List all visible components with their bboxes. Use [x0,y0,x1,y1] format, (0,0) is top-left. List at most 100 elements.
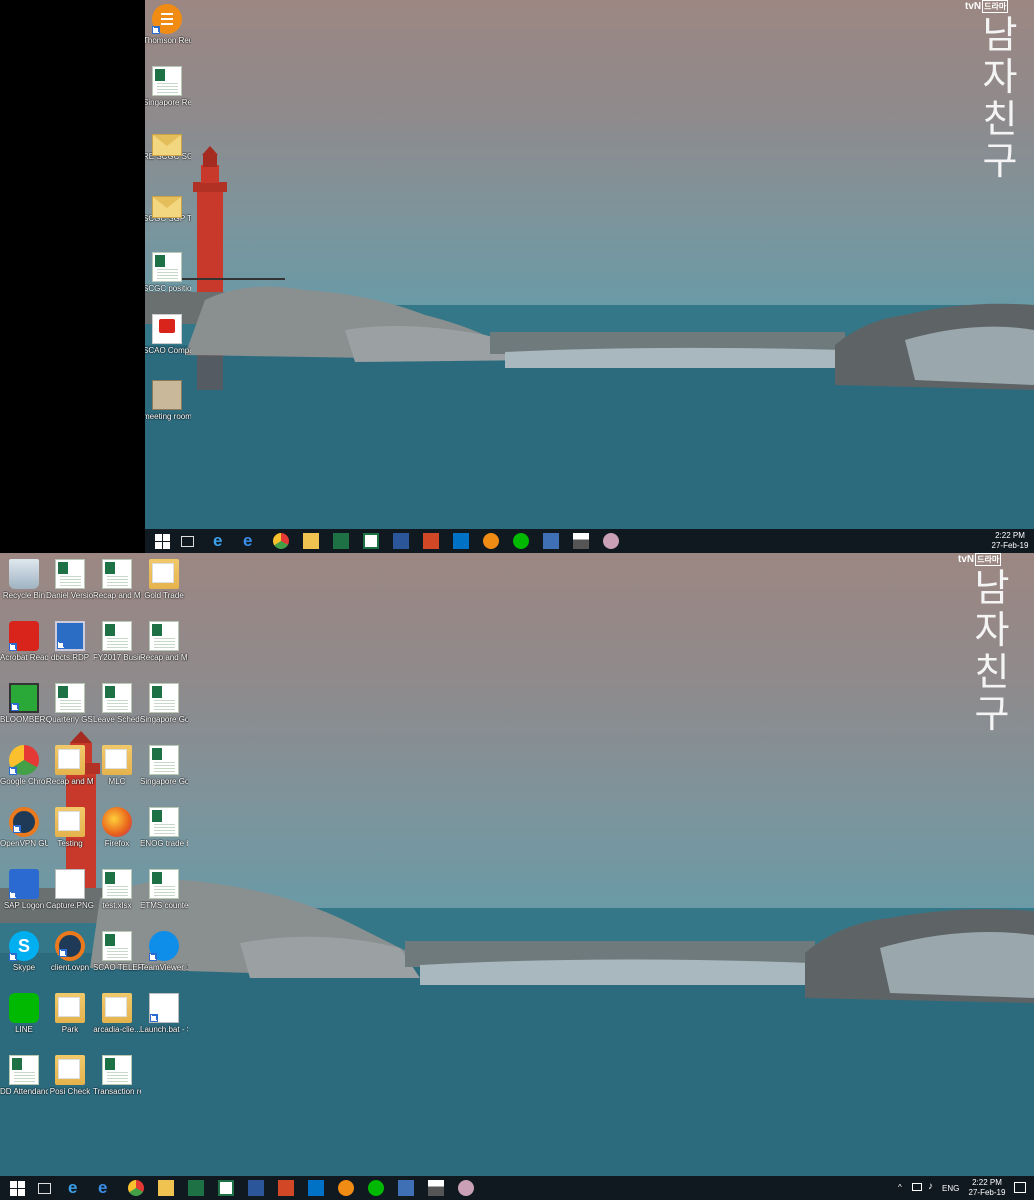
testing-folder-shortcut[interactable]: Testing [46,807,94,848]
chevron-up-icon[interactable]: ^ [898,1183,902,1192]
fy2017-business-shortcut[interactable]: FY2017 Business Tri... [93,621,141,662]
task-view-icon[interactable] [38,1183,51,1194]
launch-bat-icon [149,993,179,1023]
scgc-sgp-trade-upl-file[interactable]: SCGC SGP Trade Upl... [145,190,191,223]
google-chrome-shortcut[interactable]: Google Chrome [0,745,48,786]
line-icon[interactable] [368,1180,384,1196]
notification-icon[interactable] [1014,1182,1026,1193]
photos-icon[interactable] [428,1180,444,1196]
outlook-icon[interactable] [308,1180,324,1196]
arcadia-client-shortcut[interactable]: arcadia-clie... [93,993,141,1034]
title-char: 친 [974,650,1010,694]
file-explorer-icon[interactable] [303,533,319,549]
misc-app-icon[interactable] [458,1180,474,1196]
leave-schedule-shortcut[interactable]: Leave Schedule.xlsx [93,683,141,724]
network-icon[interactable] [912,1183,922,1191]
icon-label: Recap and Margin che... [93,591,141,600]
scao-compa-file[interactable]: SCAO Compa... [145,314,191,355]
rdp-icon[interactable] [398,1180,414,1196]
icon-label: BLOOMBERG [0,715,48,724]
recycle-bin-shortcut[interactable]: Recycle Bin [0,559,48,600]
photos-icon[interactable] [573,533,589,549]
excel-file-icon[interactable] [363,533,379,549]
mlc-folder-shortcut[interactable]: MLC [93,745,141,786]
singapore-recap-file[interactable]: Singapore Recap a... [145,66,191,107]
gold-trade-shortcut[interactable]: Gold Trade [140,559,188,600]
line-icon[interactable] [513,533,529,549]
icon-label: Thomson Reuters Eik... [145,36,191,45]
bloomberg-shortcut[interactable]: BLOOMBERG [0,683,48,724]
openvpn-gui-icon [9,807,39,837]
icon-label: SCAO Compa... [145,346,191,355]
file-explorer-icon[interactable] [158,1180,174,1196]
client-ovpn-shortcut[interactable]: client.ovpn [46,931,94,972]
transaction-reporting-shortcut[interactable]: Transaction reporting ... [93,1055,141,1096]
word-icon[interactable] [248,1180,264,1196]
daniel-version-shortcut[interactable]: Daniel Version - Si... [46,559,94,600]
sap-logon-icon [9,869,39,899]
line-shortcut[interactable]: LINE [0,993,48,1034]
test-xlsx-shortcut[interactable]: test.xlsx [93,869,141,910]
eikon-icon[interactable] [483,533,499,549]
firefox-shortcut[interactable]: Firefox [93,807,141,848]
taskbar-clock[interactable]: 2:22 PM 27-Feb-19 [966,1178,1008,1198]
dbcts-rdp-shortcut[interactable]: dbcts.RDP [46,621,94,662]
scgc-position-file[interactable]: SCGC position.xlsx [145,252,191,293]
recap-margin-che-shortcut[interactable]: Recap and Margin che... [93,559,141,600]
powerpoint-icon[interactable] [423,533,439,549]
edge-icon[interactable]: e [243,532,259,549]
volume-icon[interactable]: ♪ [928,1181,933,1192]
title-char: 구 [974,692,1010,736]
chrome-icon[interactable] [273,533,289,549]
edge-icon[interactable]: e [98,1179,114,1196]
re-scgc-sgp-trade-file[interactable]: RE SCGC SGP Trade... [145,128,191,161]
outlook-icon[interactable] [453,533,469,549]
acrobat-reader-shortcut[interactable]: Acrobat Reader DC [0,621,48,662]
excel-file-icon[interactable] [218,1180,234,1196]
gold-trade-icon [149,559,179,589]
enog-trade-book-shortcut[interactable]: ENOG trade book kee... [140,807,188,848]
excel-icon[interactable] [188,1180,204,1196]
thomson-reuters-eikon-shortcut[interactable]: Thomson Reuters Eik... [145,4,191,45]
openvpn-gui-shortcut[interactable]: OpenVPN GUI [0,807,48,848]
recap-margin-2-shortcut[interactable]: Recap and Margin ... [140,621,188,662]
sap-logon-shortcut[interactable]: SAP Logon [0,869,48,910]
icon-label: dbcts.RDP [50,653,90,662]
teamviewer-icon [149,931,179,961]
singapore-gold-oper-2-shortcut[interactable]: Singapore Gold Oper... [140,745,188,786]
teamviewer-shortcut[interactable]: TeamViewer 13 [140,931,188,972]
ie-icon[interactable]: e [68,1179,84,1196]
chrome-icon[interactable] [128,1180,144,1196]
park-folder-shortcut[interactable]: Park [46,993,94,1034]
language-indicator[interactable]: ENG [942,1184,959,1193]
taskbar-clock[interactable]: 2:22 PM 27-Feb-19 [990,531,1030,551]
scao-telephon-shortcut[interactable]: SCAO TELEPHON... [93,931,141,972]
windows-start-icon[interactable] [154,533,170,549]
word-icon[interactable] [393,533,409,549]
icon-label: Singapore Gold Oper... [140,777,188,786]
task-view-icon[interactable] [181,536,194,547]
etms-counterpar-shortcut[interactable]: ETMS counterpar... [140,869,188,910]
tvn-watermark: tvN 드라마 [965,0,1009,13]
skype-shortcut[interactable]: S Skype [0,931,48,972]
leave-schedule-icon [102,683,132,713]
powerpoint-icon[interactable] [278,1180,294,1196]
meeting-room-file[interactable]: meeting room refer... [145,380,191,421]
rdp-icon[interactable] [543,533,559,549]
eikon-icon[interactable] [338,1180,354,1196]
fy2017-business-icon [102,621,132,651]
icon-label: Recap and Margin ... [140,653,188,662]
launch-bat-shortcut[interactable]: Launch.bat - Shortcut [140,993,188,1034]
capture-png-shortcut[interactable]: Capture.PNG [46,869,94,910]
ie-icon[interactable]: e [213,532,229,549]
dd-attendance-shortcut[interactable]: DD Attendanc... [0,1055,48,1096]
posi-check-shortcut[interactable]: Posi Check [46,1055,94,1096]
windows-start-icon[interactable] [9,1180,25,1196]
icon-label: Firefox [104,839,130,848]
singapore-gold-opera-shortcut[interactable]: Singapore Gold Opera... [140,683,188,724]
singapore-gold-opera-icon [149,683,179,713]
quarterly-gst-shortcut[interactable]: Quarterly GST excel.xlsx [46,683,94,724]
recap-margin-folder-shortcut[interactable]: Recap and Margin [46,745,94,786]
misc-app-icon[interactable] [603,533,619,549]
excel-icon[interactable] [333,533,349,549]
